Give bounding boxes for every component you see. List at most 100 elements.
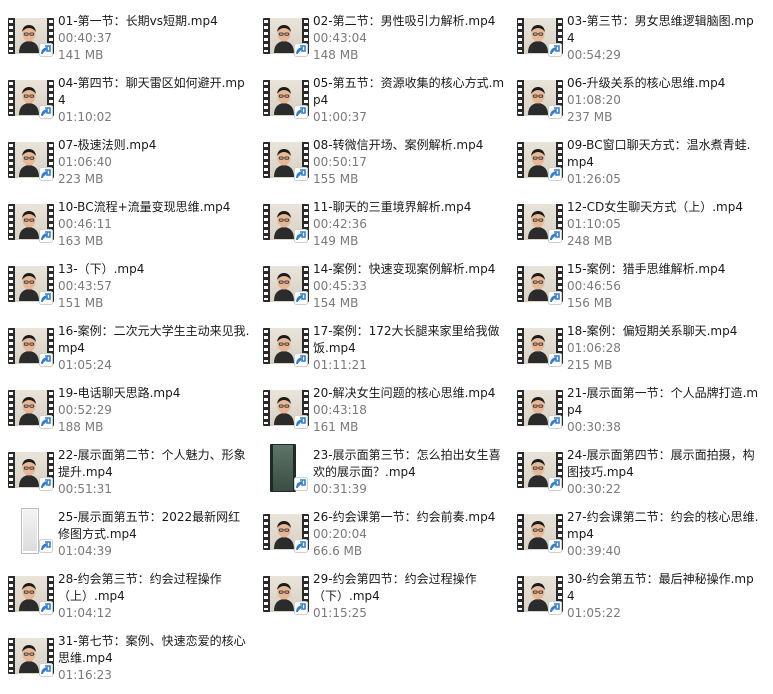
- file-item[interactable]: 09-BC窗口聊天方式：温水煮青蛙.mp4 01:26:05: [512, 132, 762, 192]
- file-duration: 01:04:12: [58, 606, 112, 620]
- file-item[interactable]: 19-电话聊天思路.mp4 00:52:29 188 MB: [3, 380, 253, 440]
- file-duration: 00:45:33: [313, 279, 367, 293]
- presenter-figure: [17, 581, 41, 612]
- file-size: 248 MB: [567, 234, 613, 248]
- file-item[interactable]: 04-第四节：聊天雷区如何避开.mp4 01:10:02: [3, 70, 253, 130]
- file-item[interactable]: 10-BC流程+流量变现思维.mp4 00:46:11 163 MB: [3, 194, 253, 254]
- file-item[interactable]: 15-案例：猎手思维解析.mp4 00:46:56 156 MB: [512, 256, 762, 316]
- file-duration: 00:54:29: [567, 48, 621, 62]
- shortcut-video-icon: [548, 476, 562, 491]
- file-duration: 01:06:40: [58, 155, 112, 169]
- file-item[interactable]: 27-约会课第二节：约会的核心思维.mp4 00:39:40: [512, 504, 762, 564]
- file-size: 223 MB: [58, 172, 104, 186]
- file-duration: 01:10:02: [58, 110, 112, 124]
- file-item[interactable]: 01-第一节：长期vs短期.mp4 00:40:37 141 MB: [3, 8, 253, 68]
- file-duration: 01:11:21: [313, 358, 367, 372]
- shortcut-video-icon: [548, 352, 562, 367]
- file-duration: 00:43:57: [58, 279, 112, 293]
- file-duration: 00:20:04: [313, 527, 367, 541]
- file-name: 27-约会课第二节：约会的核心思维.mp4: [567, 510, 759, 541]
- presenter-figure: [17, 457, 41, 488]
- file-item[interactable]: 25-展示面第五节：2022最新网红修图方式.mp4 01:04:39: [3, 504, 253, 564]
- file-item[interactable]: 06-升级关系的核心思维.mp4 01:08:20 237 MB: [512, 70, 762, 130]
- shortcut-video-icon: [39, 290, 53, 305]
- file-duration: 01:16:23: [58, 668, 112, 682]
- file-item[interactable]: 14-案例：快速变现案例解析.mp4 00:45:33 154 MB: [258, 256, 508, 316]
- file-item[interactable]: 05-第五节：资源收集的核心方式.mp4 01:00:37: [258, 70, 508, 130]
- presenter-figure: [272, 147, 296, 178]
- file-size: 151 MB: [58, 296, 104, 310]
- file-item[interactable]: 07-极速法则.mp4 01:06:40 223 MB: [3, 132, 253, 192]
- file-duration: 01:15:25: [313, 606, 367, 620]
- shortcut-video-icon: [39, 104, 53, 119]
- file-item[interactable]: 08-转微信开场、案例解析.mp4 00:50:17 155 MB: [258, 132, 508, 192]
- file-item[interactable]: 31-第七节：案例、快速恋爱的核心思维.mp4 01:16:23: [3, 628, 253, 688]
- shortcut-video-icon: [39, 166, 53, 181]
- video-thumbnail: [21, 508, 39, 554]
- file-item[interactable]: 21-展示面第一节：个人品牌打造.mp4 00:30:38: [512, 380, 762, 440]
- presenter-figure: [272, 209, 296, 240]
- file-item[interactable]: 13-（下）.mp4 00:43:57 151 MB: [3, 256, 253, 316]
- presenter-figure: [526, 147, 550, 178]
- file-item[interactable]: 18-案例：偏短期关系聊天.mp4 01:06:28 215 MB: [512, 318, 762, 378]
- file-duration: 00:30:38: [567, 420, 621, 434]
- shortcut-video-icon: [39, 476, 53, 491]
- file-name: 18-案例：偏短期关系聊天.mp4: [567, 324, 738, 338]
- file-item[interactable]: 30-约会第五节：最后神秘操作.mp4 01:05:22: [512, 566, 762, 626]
- presenter-figure: [272, 333, 296, 364]
- shortcut-video-icon: [294, 290, 308, 305]
- shortcut-video-icon: [294, 104, 308, 119]
- file-item[interactable]: 16-案例：二次元大学生主动来见我.mp4 01:05:24: [3, 318, 253, 378]
- file-duration: 00:46:11: [58, 217, 112, 231]
- file-item[interactable]: 28-约会第三节：约会过程操作（上）.mp4 01:04:12: [3, 566, 253, 626]
- shortcut-video-icon: [294, 42, 308, 57]
- file-name: 21-展示面第一节：个人品牌打造.mp4: [567, 386, 759, 417]
- presenter-figure: [272, 395, 296, 426]
- file-name: 28-约会第三节：约会过程操作（上）.mp4: [58, 572, 222, 603]
- file-name: 01-第一节：长期vs短期.mp4: [58, 14, 218, 28]
- file-name: 13-（下）.mp4: [58, 262, 145, 276]
- presenter-figure: [526, 581, 550, 612]
- file-duration: 01:08:20: [567, 93, 621, 107]
- file-duration: 00:30:22: [567, 482, 621, 496]
- file-name: 15-案例：猎手思维解析.mp4: [567, 262, 726, 276]
- file-item[interactable]: 23-展示面第三节：怎么拍出女生喜欢的展示面？.mp4 00:31:39: [258, 442, 508, 502]
- file-item[interactable]: 17-案例：172大长腿来家里给我做饭.mp4 01:11:21: [258, 318, 508, 378]
- file-item[interactable]: 12-CD女生聊天方式（上）.mp4 01:10:05 248 MB: [512, 194, 762, 254]
- file-item[interactable]: 22-展示面第二节：个人魅力、形象提升.mp4 00:51:31: [3, 442, 253, 502]
- file-name: 12-CD女生聊天方式（上）.mp4: [567, 200, 743, 214]
- presenter-figure: [272, 85, 296, 116]
- file-item[interactable]: 11-聊天的三重境界解析.mp4 00:42:36 149 MB: [258, 194, 508, 254]
- file-name: 23-展示面第三节：怎么拍出女生喜欢的展示面？.mp4: [313, 448, 501, 479]
- file-name: 20-解决女生问题的核心思维.mp4: [313, 386, 496, 400]
- file-size: 215 MB: [567, 358, 613, 372]
- file-item[interactable]: 03-第三节：男女思维逻辑脑图.mp4 00:54:29: [512, 8, 762, 68]
- file-name: 05-第五节：资源收集的核心方式.mp4: [313, 76, 505, 107]
- file-name: 06-升级关系的核心思维.mp4: [567, 76, 726, 90]
- file-duration: 00:42:36: [313, 217, 367, 231]
- file-name: 10-BC流程+流量变现思维.mp4: [58, 200, 231, 214]
- video-thumbnail: [270, 444, 296, 492]
- presenter-figure: [526, 519, 550, 550]
- shortcut-video-icon: [39, 352, 53, 367]
- file-size: 156 MB: [567, 296, 613, 310]
- file-item[interactable]: 26-约会课第一节：约会前奏.mp4 00:20:04 66.6 MB: [258, 504, 508, 564]
- file-item[interactable]: 02-第二节：男性吸引力解析.mp4 00:43:04 148 MB: [258, 8, 508, 68]
- file-size: 237 MB: [567, 110, 613, 124]
- presenter-figure: [526, 209, 550, 240]
- presenter-figure: [526, 457, 550, 488]
- presenter-figure: [17, 147, 41, 178]
- file-item[interactable]: 24-展示面第四节：展示面拍摄，构图技巧.mp4 00:30:22: [512, 442, 762, 502]
- file-name: 29-约会第四节：约会过程操作（下）.mp4: [313, 572, 477, 603]
- file-duration: 01:10:05: [567, 217, 621, 231]
- file-name: 25-展示面第五节：2022最新网红修图方式.mp4: [58, 510, 241, 541]
- file-name: 24-展示面第四节：展示面拍摄，构图技巧.mp4: [567, 448, 755, 479]
- shortcut-video-icon: [39, 228, 53, 243]
- shortcut-video-icon: [294, 600, 308, 615]
- file-duration: 00:46:56: [567, 279, 621, 293]
- file-item[interactable]: 29-约会第四节：约会过程操作（下）.mp4 01:15:25: [258, 566, 508, 626]
- file-duration: 01:05:22: [567, 606, 621, 620]
- file-item[interactable]: 20-解决女生问题的核心思维.mp4 00:43:18 161 MB: [258, 380, 508, 440]
- file-size: 155 MB: [313, 172, 359, 186]
- file-size: 163 MB: [58, 234, 104, 248]
